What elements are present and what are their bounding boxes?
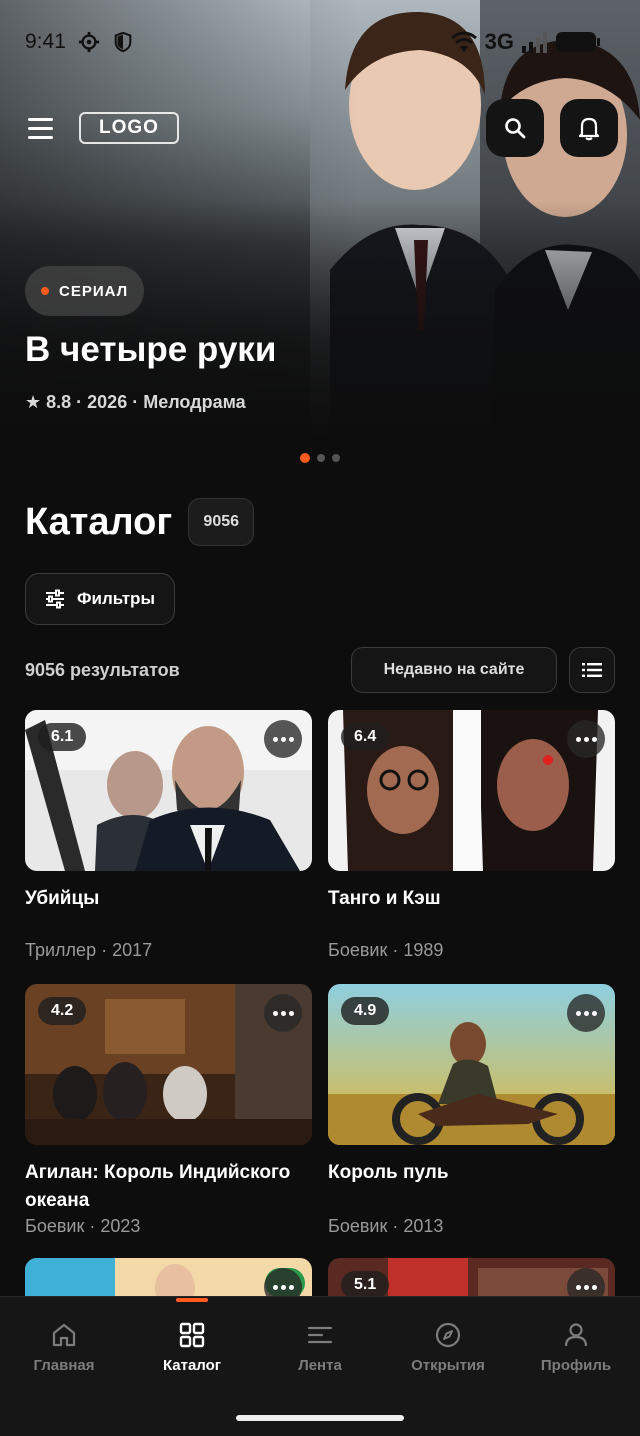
nav-label: Лента: [298, 1356, 342, 1374]
sort-dropdown[interactable]: Недавно на сайте: [351, 647, 557, 693]
movie-title[interactable]: Убийцы: [25, 885, 312, 913]
more-options-button[interactable]: [264, 994, 302, 1032]
filters-label: Фильтры: [77, 589, 155, 608]
menu-icon[interactable]: [17, 105, 63, 151]
movie-card[interactable]: 4.2 Агилан: Король Индийского океана Бое…: [25, 984, 312, 1236]
rating-badge: 6.1: [38, 723, 87, 751]
movie-meta: Боевик · 2023: [25, 1216, 141, 1236]
rating-badge: 6.4: [341, 723, 390, 751]
movie-title[interactable]: Агилан: Король Индийского океана: [25, 1159, 312, 1215]
profile-icon: [564, 1322, 588, 1346]
status-time: 9:41: [25, 30, 66, 53]
movie-card[interactable]: 6.4 Танго и Кэш Боевик · 1989: [328, 710, 615, 960]
carousel-dot[interactable]: [332, 454, 340, 462]
rating-badge: 4.2: [38, 997, 87, 1025]
hero-meta: ★ 8.8 · 2026 · Мелодрама: [25, 392, 246, 412]
more-options-button[interactable]: [264, 720, 302, 758]
bell-icon: [578, 117, 600, 141]
nav-label: Главная: [33, 1356, 95, 1374]
search-button[interactable]: [486, 99, 544, 157]
bottom-navigation: Главная Каталог Лента Открытия Профиль: [0, 1296, 640, 1436]
movie-poster[interactable]: 4.2: [25, 984, 312, 1145]
movie-poster[interactable]: 6.4: [328, 710, 615, 871]
feed-icon: [307, 1326, 333, 1343]
more-options-button[interactable]: [567, 994, 605, 1032]
movie-meta: Боевик · 1989: [328, 940, 444, 960]
nav-label: Профиль: [540, 1356, 612, 1374]
movie-title[interactable]: Король пуль: [328, 1159, 615, 1187]
content-type-badge: СЕРИАЛ: [25, 266, 145, 316]
movie-card[interactable]: 4.9 Король пуль Боевик · 2013: [328, 984, 615, 1236]
nav-item-profile[interactable]: Профиль: [512, 1297, 640, 1397]
movie-card[interactable]: 6.1 Убийцы Триллер · 2017: [25, 710, 312, 960]
nav-item-home[interactable]: Главная: [0, 1297, 128, 1397]
top-app-bar: LOGO: [25, 98, 618, 158]
status-bar: 9:41 3G: [25, 26, 600, 58]
signal-icon: [522, 32, 547, 53]
sliders-icon: [46, 589, 65, 609]
catalog-count-badge: 9056: [188, 498, 255, 546]
page-title: Каталог: [25, 500, 173, 543]
rating-badge: 4.9: [341, 997, 390, 1025]
movie-meta: Триллер · 2017: [25, 940, 153, 960]
carousel-pagination: [0, 453, 640, 463]
nav-item-feed[interactable]: Лента: [256, 1297, 384, 1397]
movie-poster[interactable]: 6.1: [25, 710, 312, 871]
rating-badge: 5.1: [341, 1271, 390, 1299]
network-type: 3G: [484, 29, 514, 54]
view-toggle-button[interactable]: [569, 647, 615, 693]
carousel-dot[interactable]: [317, 454, 325, 462]
list-view-icon: [582, 663, 602, 677]
app-logo[interactable]: LOGO: [79, 112, 179, 144]
battery-icon: [556, 32, 600, 52]
home-icon: [52, 1323, 76, 1346]
movie-poster[interactable]: 4.9: [328, 984, 615, 1145]
movie-title[interactable]: Танго и Кэш: [328, 885, 615, 913]
carousel-dot-active[interactable]: [300, 453, 310, 463]
badge-dot: [41, 287, 49, 295]
settings-gear-icon: [78, 31, 99, 53]
nav-item-catalog[interactable]: Каталог: [128, 1297, 256, 1397]
nav-label: Каталог: [162, 1356, 222, 1374]
home-indicator[interactable]: [236, 1415, 404, 1421]
badge-label: СЕРИАЛ: [59, 282, 129, 300]
catalog-header: Каталог 9056: [25, 498, 255, 546]
hero-title[interactable]: В четыре руки: [25, 330, 276, 370]
notifications-button[interactable]: [560, 99, 618, 157]
movie-meta: Боевик · 2013: [328, 1216, 444, 1236]
hero-banner[interactable]: 9:41 3G LOGO СЕРИАЛ В четыре руки ★ 8.8 …: [0, 0, 640, 440]
more-options-button[interactable]: [567, 720, 605, 758]
grid-icon: [179, 1322, 205, 1347]
wifi-icon: [450, 31, 477, 52]
nav-item-discover[interactable]: Открытия: [384, 1297, 512, 1397]
compass-icon: [435, 1322, 461, 1347]
results-toolbar: 9056 результатов Недавно на сайте: [25, 647, 615, 693]
shield-icon: [114, 31, 132, 53]
nav-label: Открытия: [411, 1356, 485, 1374]
search-icon: [505, 118, 526, 139]
filters-button[interactable]: Фильтры: [25, 573, 175, 625]
results-count: 9056 результатов: [25, 659, 180, 680]
